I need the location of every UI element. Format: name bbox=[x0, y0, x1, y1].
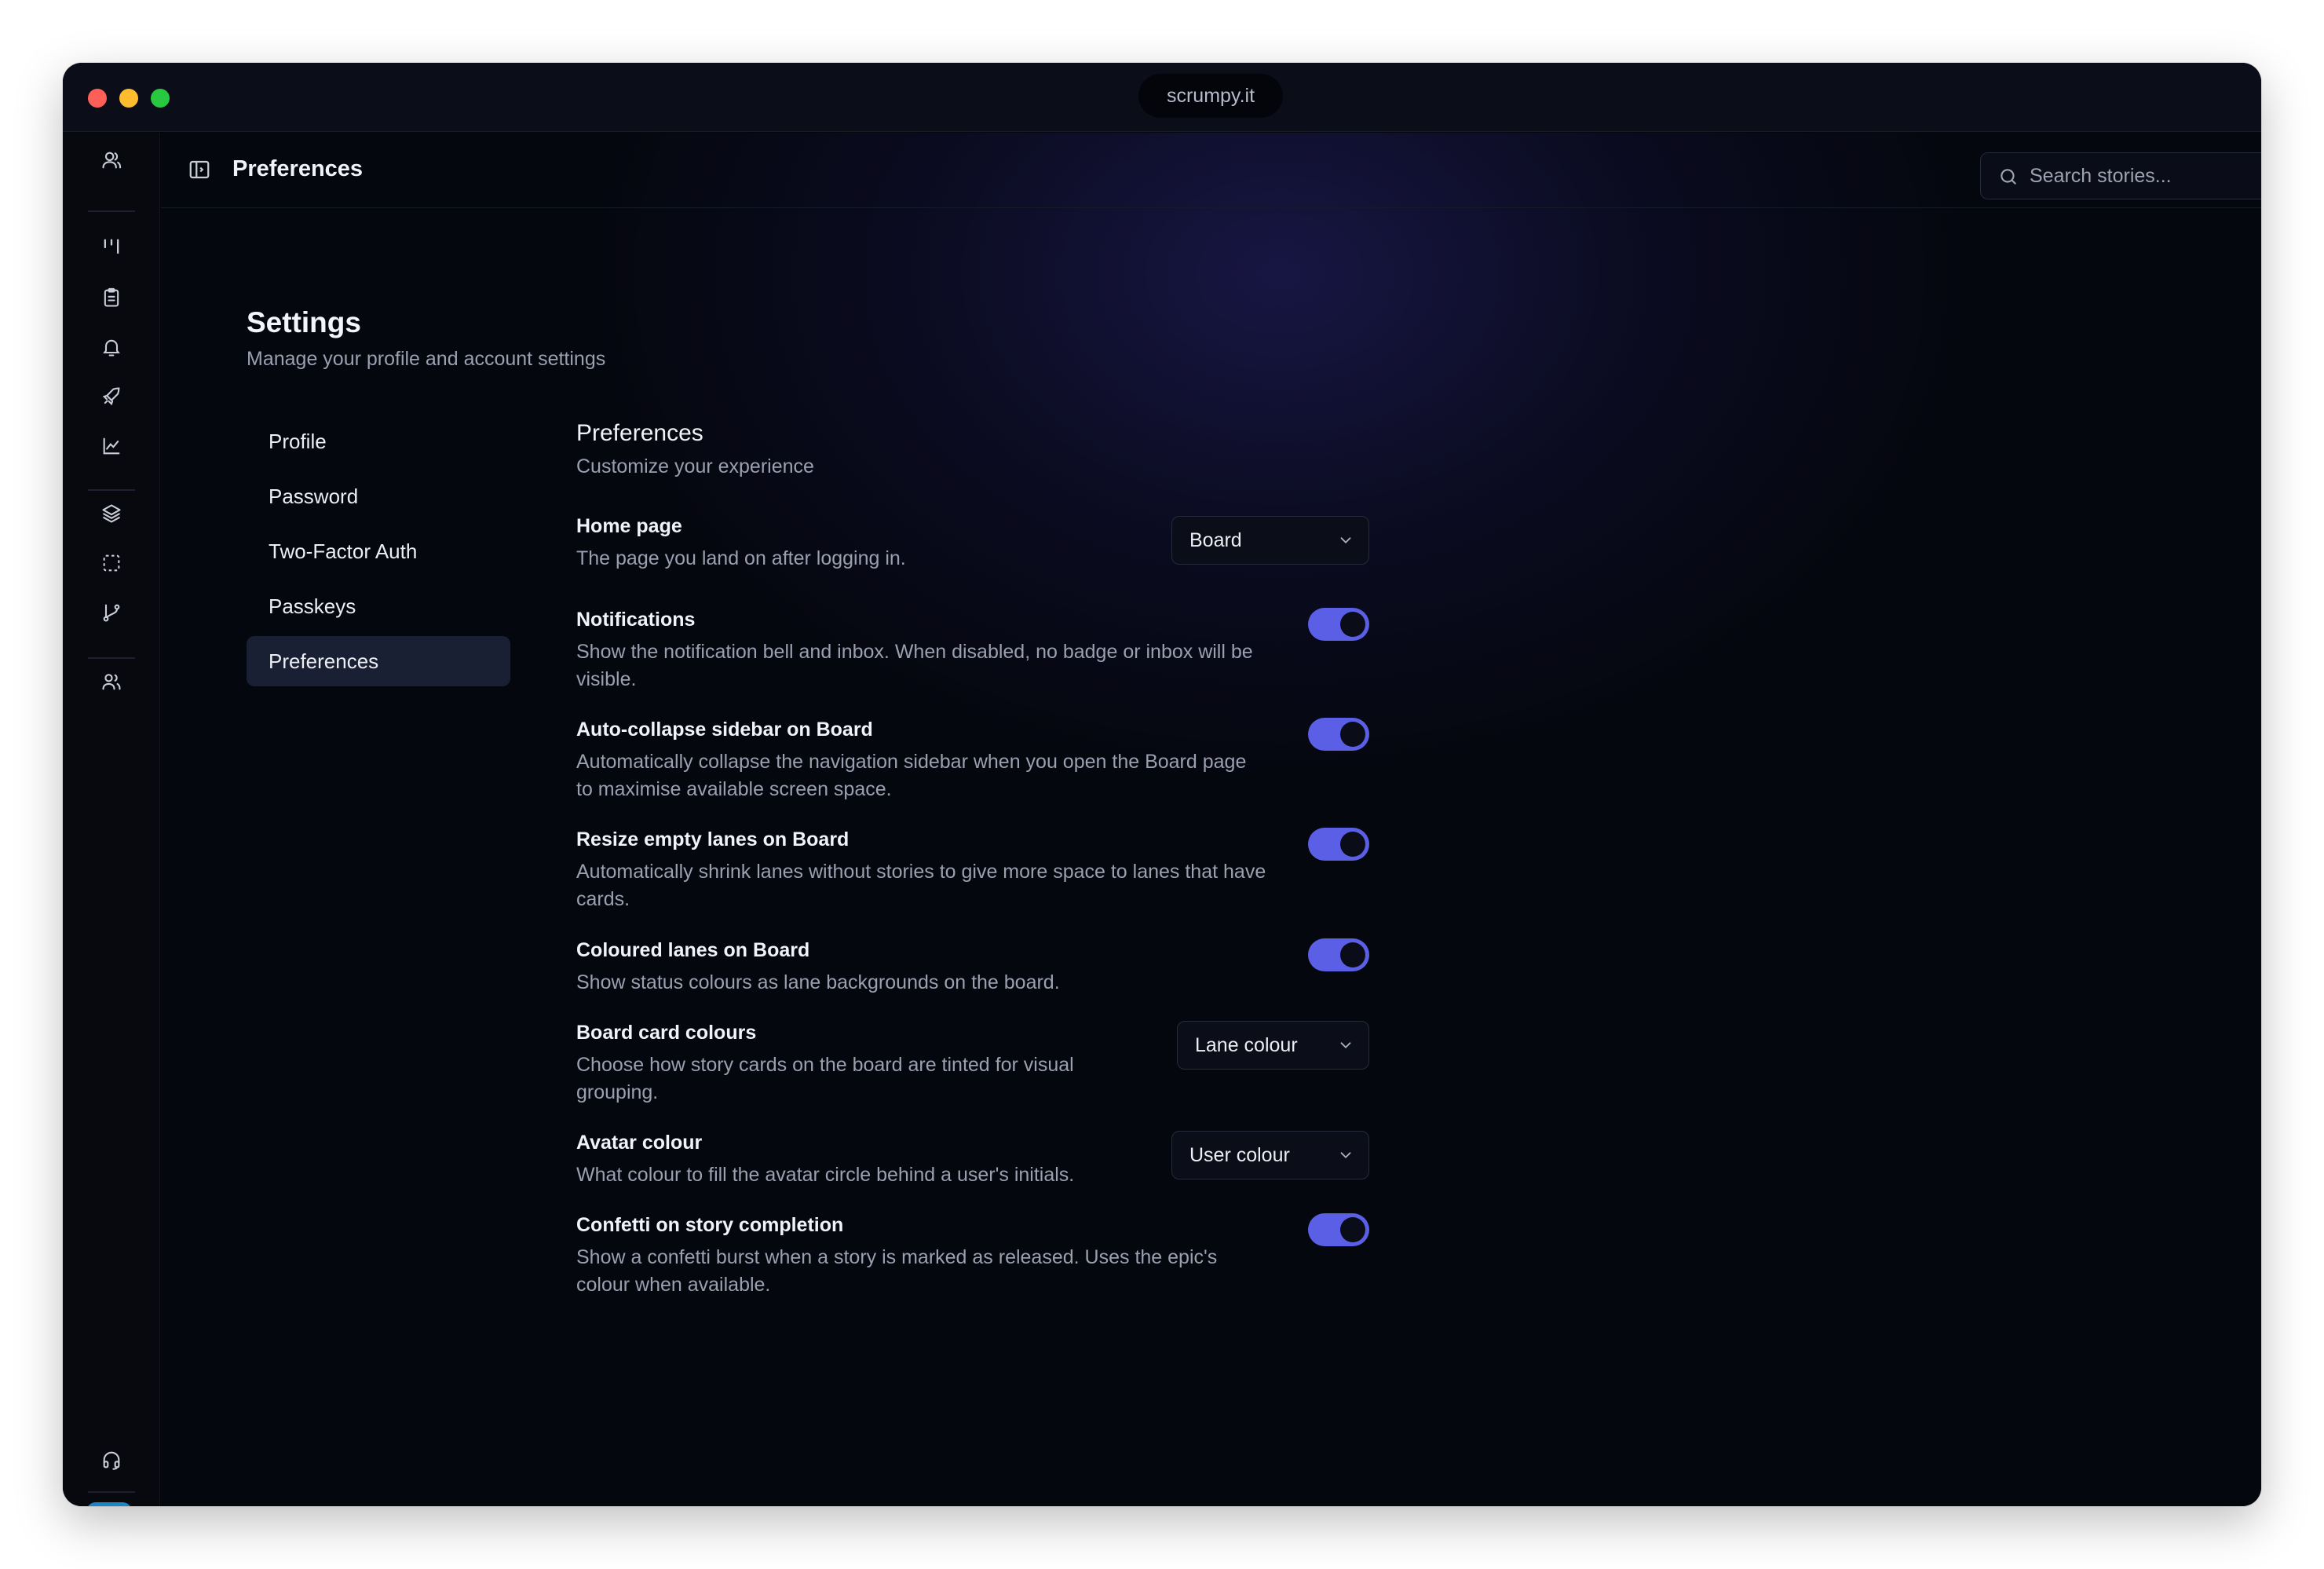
chevron-down-icon bbox=[1340, 537, 1351, 544]
search-box[interactable] bbox=[1980, 152, 2261, 199]
page-title: Preferences bbox=[232, 156, 364, 181]
chevron-down-icon bbox=[1340, 1042, 1351, 1049]
chevron-down-icon bbox=[1340, 1152, 1351, 1159]
settings-title: Settings bbox=[247, 306, 361, 338]
settings-nav-password[interactable]: Password bbox=[247, 471, 510, 521]
board-columns-icon[interactable] bbox=[97, 233, 126, 262]
resize-lanes-toggle[interactable] bbox=[1308, 828, 1369, 861]
home-page-select[interactable]: Board bbox=[1171, 516, 1369, 565]
top-bar: Preferences bbox=[161, 133, 2261, 208]
settings-nav-two-factor[interactable]: Two-Factor Auth bbox=[247, 526, 510, 576]
chart-icon[interactable] bbox=[97, 432, 126, 460]
preferences-subtitle: Customize your experience bbox=[576, 455, 814, 477]
auto-collapse-toggle[interactable] bbox=[1308, 718, 1369, 751]
user-icon[interactable] bbox=[97, 146, 126, 174]
sidebar-toggle-icon[interactable] bbox=[188, 158, 211, 181]
pref-row-auto-collapse: Auto-collapse sidebar on Board Automatic… bbox=[576, 716, 1369, 803]
app-window: scrumpy.it Preferences Search stories...… bbox=[63, 63, 2261, 1506]
board-icon[interactable] bbox=[97, 181, 126, 209]
settings-subtitle: Manage your profile and account settings bbox=[247, 348, 606, 370]
pref-row-avatar-colour: Avatar colour What colour to fill the av… bbox=[576, 1129, 1369, 1189]
title-bar: scrumpy.it bbox=[63, 63, 2261, 132]
pref-row-home-page: Home page The page you land on after log… bbox=[576, 513, 1369, 572]
layers-icon[interactable] bbox=[97, 499, 126, 528]
user-avatar[interactable]: AD bbox=[86, 1502, 132, 1506]
notifications-toggle[interactable] bbox=[1308, 608, 1369, 641]
url-pill[interactable]: scrumpy.it bbox=[1138, 74, 1283, 118]
pref-row-notifications: Notifications Show the notification bell… bbox=[576, 606, 1369, 693]
git-branch-icon[interactable] bbox=[97, 598, 126, 627]
pref-row-resize-lanes: Resize empty lanes on Board Automaticall… bbox=[576, 826, 1369, 913]
settings-nav-passkeys[interactable]: Passkeys bbox=[247, 581, 510, 631]
pref-row-coloured-lanes: Coloured lanes on Board Show status colo… bbox=[576, 937, 1369, 997]
search-icon bbox=[2001, 169, 2016, 185]
settings-nav-profile[interactable]: Profile bbox=[247, 416, 510, 466]
bell-icon[interactable] bbox=[97, 333, 126, 361]
avatar-colour-select[interactable]: User colour bbox=[1171, 1131, 1369, 1179]
card-colours-select[interactable]: Lane colour bbox=[1177, 1021, 1369, 1070]
selection-icon[interactable] bbox=[97, 549, 126, 577]
coloured-lanes-toggle[interactable] bbox=[1308, 938, 1369, 971]
search-input[interactable] bbox=[2030, 153, 2261, 199]
pref-row-confetti: Confetti on story completion Show a conf… bbox=[576, 1212, 1369, 1299]
minimize-window-button[interactable] bbox=[119, 89, 138, 108]
maximize-window-button[interactable] bbox=[151, 89, 170, 108]
pref-row-card-colours: Board card colours Choose how story card… bbox=[576, 1019, 1369, 1106]
preferences-title: Preferences bbox=[576, 420, 703, 446]
icon-rail: AD bbox=[63, 133, 160, 1506]
settings-nav-preferences[interactable]: Preferences bbox=[247, 636, 510, 686]
app-content: AD Preferences Settings Manage your prof… bbox=[63, 133, 2261, 1506]
close-window-button[interactable] bbox=[88, 89, 107, 108]
clipboard-icon[interactable] bbox=[97, 283, 126, 312]
confetti-toggle[interactable] bbox=[1308, 1213, 1369, 1246]
team-icon[interactable] bbox=[97, 667, 126, 696]
rocket-icon[interactable] bbox=[97, 382, 126, 411]
headset-icon[interactable] bbox=[97, 1446, 126, 1474]
